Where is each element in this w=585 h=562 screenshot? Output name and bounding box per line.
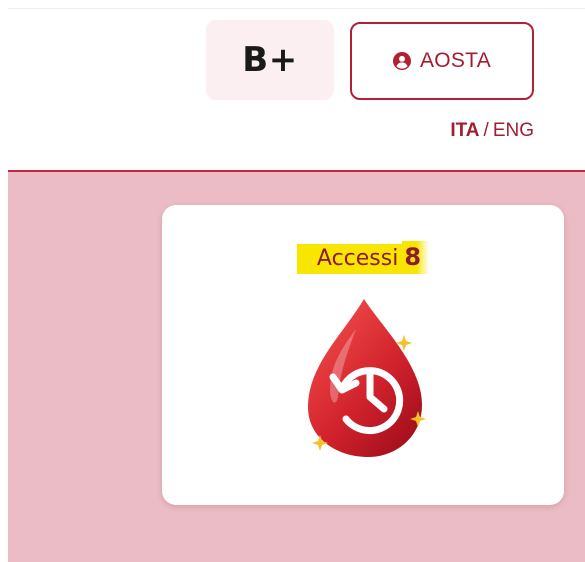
blood-type-badge: B+ (206, 20, 334, 100)
header: B+ AOSTA ITA / ENG (0, 0, 585, 170)
user-button-label: AOSTA (419, 49, 492, 72)
main-content: Accessi 8 (8, 170, 585, 562)
card-title: Accessi 8 (162, 241, 564, 274)
header-top-divider (8, 8, 585, 9)
language-separator: / (483, 120, 489, 141)
app-page: B+ AOSTA ITA / ENG Accessi 8 (0, 0, 585, 562)
user-circle-icon (392, 52, 411, 70)
accessi-card[interactable]: Accessi 8 (162, 205, 564, 505)
card-title-label: Accessi (296, 244, 403, 274)
blood-drop-history-icon (308, 299, 426, 457)
language-ita-link[interactable]: ITA (450, 120, 479, 141)
user-button[interactable]: AOSTA (350, 22, 534, 100)
language-eng-link[interactable]: ENG (493, 120, 534, 141)
language-switcher: ITA / ENG (450, 120, 534, 142)
blood-type-value: B+ (242, 40, 298, 80)
card-count: 8 (402, 241, 430, 274)
